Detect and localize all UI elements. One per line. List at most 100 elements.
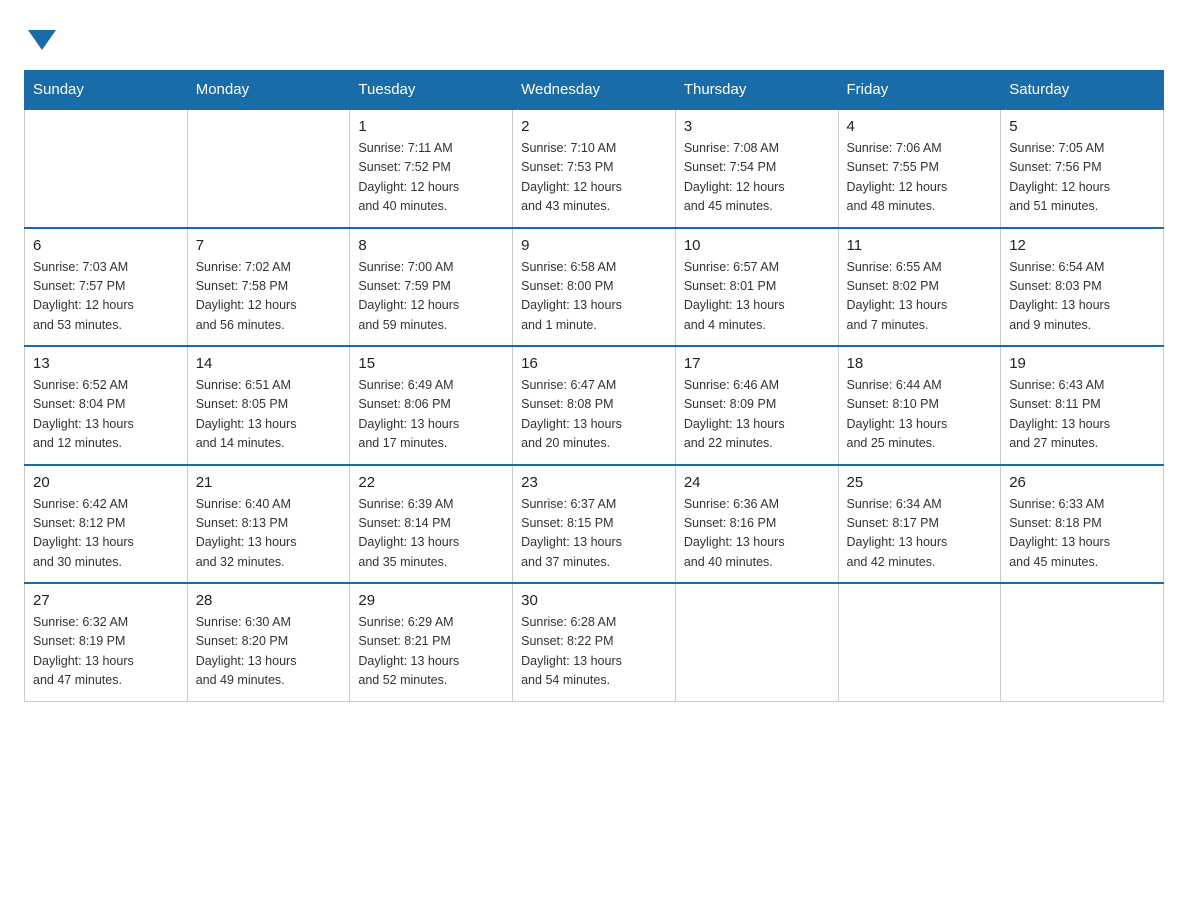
calendar-cell: 13 Sunrise: 6:52 AM Sunset: 8:04 PM Dayli… [25,346,188,465]
day-number: 3 [684,118,830,135]
day-info: Sunrise: 7:11 AM Sunset: 7:52 PM Dayligh… [358,139,504,217]
calendar-cell: 23 Sunrise: 6:37 AM Sunset: 8:15 PM Dayli… [513,465,676,584]
day-number: 20 [33,474,179,491]
calendar-cell: 18 Sunrise: 6:44 AM Sunset: 8:10 PM Dayli… [838,346,1001,465]
day-info: Sunrise: 6:42 AM Sunset: 8:12 PM Dayligh… [33,495,179,573]
day-number: 17 [684,355,830,372]
calendar-cell [25,109,188,228]
day-info: Sunrise: 6:30 AM Sunset: 8:20 PM Dayligh… [196,613,342,691]
logo [24,24,60,50]
day-number: 2 [521,118,667,135]
day-number: 16 [521,355,667,372]
calendar-cell: 15Sunrise: 6:49 AM Sunset: 8:06 PM Dayli… [350,346,513,465]
day-info: Sunrise: 7:00 AM Sunset: 7:59 PM Dayligh… [358,258,504,336]
day-number: 5 [1009,118,1155,135]
day-info: Sunrise: 7:03 AM Sunset: 7:57 PM Dayligh… [33,258,179,336]
calendar-cell: 24 Sunrise: 6:36 AM Sunset: 8:16 PM Dayli… [675,465,838,584]
day-number: 25 [847,474,993,491]
calendar-cell [1001,583,1164,701]
day-info: Sunrise: 6:33 AM Sunset: 8:18 PM Dayligh… [1009,495,1155,573]
day-of-week-header: Tuesday [350,71,513,110]
day-info: Sunrise: 7:08 AM Sunset: 7:54 PM Dayligh… [684,139,830,217]
day-number: 29 [358,592,504,609]
calendar-cell: 20 Sunrise: 6:42 AM Sunset: 8:12 PM Dayli… [25,465,188,584]
day-info: Sunrise: 6:49 AM Sunset: 8:06 PM Dayligh… [358,376,504,454]
calendar-cell: 10 Sunrise: 6:57 AM Sunset: 8:01 PM Dayli… [675,228,838,347]
day-number: 10 [684,237,830,254]
day-number: 4 [847,118,993,135]
day-number: 13 [33,355,179,372]
calendar-cell: 2 Sunrise: 7:10 AM Sunset: 7:53 PM Daylig… [513,109,676,228]
calendar-cell: 1 Sunrise: 7:11 AM Sunset: 7:52 PM Daylig… [350,109,513,228]
day-info: Sunrise: 6:29 AM Sunset: 8:21 PM Dayligh… [358,613,504,691]
calendar-cell: 12 Sunrise: 6:54 AM Sunset: 8:03 PM Dayli… [1001,228,1164,347]
day-info: Sunrise: 6:46 AM Sunset: 8:09 PM Dayligh… [684,376,830,454]
day-of-week-header: Saturday [1001,71,1164,110]
calendar-table: SundayMondayTuesdayWednesdayThursdayFrid… [24,70,1164,702]
day-of-week-header: Wednesday [513,71,676,110]
calendar-cell: 7 Sunrise: 7:02 AM Sunset: 7:58 PM Daylig… [187,228,350,347]
calendar-cell: 9 Sunrise: 6:58 AM Sunset: 8:00 PM Daylig… [513,228,676,347]
day-number: 8 [358,237,504,254]
day-number: 26 [1009,474,1155,491]
day-number: 14 [196,355,342,372]
day-info: Sunrise: 6:32 AM Sunset: 8:19 PM Dayligh… [33,613,179,691]
day-info: Sunrise: 6:47 AM Sunset: 8:08 PM Dayligh… [521,376,667,454]
day-of-week-header: Thursday [675,71,838,110]
day-info: Sunrise: 6:57 AM Sunset: 8:01 PM Dayligh… [684,258,830,336]
day-of-week-header: Monday [187,71,350,110]
calendar-cell [675,583,838,701]
calendar-cell: 4 Sunrise: 7:06 AM Sunset: 7:55 PM Daylig… [838,109,1001,228]
day-info: Sunrise: 6:52 AM Sunset: 8:04 PM Dayligh… [33,376,179,454]
day-info: Sunrise: 6:44 AM Sunset: 8:10 PM Dayligh… [847,376,993,454]
day-info: Sunrise: 6:40 AM Sunset: 8:13 PM Dayligh… [196,495,342,573]
day-info: Sunrise: 6:43 AM Sunset: 8:11 PM Dayligh… [1009,376,1155,454]
day-number: 7 [196,237,342,254]
day-of-week-header: Sunday [25,71,188,110]
day-number: 23 [521,474,667,491]
day-info: Sunrise: 6:37 AM Sunset: 8:15 PM Dayligh… [521,495,667,573]
day-info: Sunrise: 7:05 AM Sunset: 7:56 PM Dayligh… [1009,139,1155,217]
day-number: 18 [847,355,993,372]
calendar-cell: 8 Sunrise: 7:00 AM Sunset: 7:59 PM Daylig… [350,228,513,347]
calendar-cell: 26 Sunrise: 6:33 AM Sunset: 8:18 PM Dayli… [1001,465,1164,584]
day-number: 11 [847,237,993,254]
day-info: Sunrise: 6:51 AM Sunset: 8:05 PM Dayligh… [196,376,342,454]
day-number: 19 [1009,355,1155,372]
calendar-cell: 25 Sunrise: 6:34 AM Sunset: 8:17 PM Dayli… [838,465,1001,584]
day-number: 21 [196,474,342,491]
day-info: Sunrise: 7:10 AM Sunset: 7:53 PM Dayligh… [521,139,667,217]
day-number: 30 [521,592,667,609]
calendar-cell: 17 Sunrise: 6:46 AM Sunset: 8:09 PM Dayli… [675,346,838,465]
day-info: Sunrise: 6:39 AM Sunset: 8:14 PM Dayligh… [358,495,504,573]
day-number: 28 [196,592,342,609]
calendar-cell: 28 Sunrise: 6:30 AM Sunset: 8:20 PM Dayli… [187,583,350,701]
calendar-cell [838,583,1001,701]
day-info: Sunrise: 6:55 AM Sunset: 8:02 PM Dayligh… [847,258,993,336]
day-info: Sunrise: 6:34 AM Sunset: 8:17 PM Dayligh… [847,495,993,573]
calendar-cell: 21 Sunrise: 6:40 AM Sunset: 8:13 PM Dayli… [187,465,350,584]
day-number: 22 [358,474,504,491]
calendar-cell: 19 Sunrise: 6:43 AM Sunset: 8:11 PM Dayli… [1001,346,1164,465]
day-number: 27 [33,592,179,609]
logo-arrow-icon [28,30,56,50]
day-info: Sunrise: 7:02 AM Sunset: 7:58 PM Dayligh… [196,258,342,336]
day-number: 12 [1009,237,1155,254]
calendar-cell [187,109,350,228]
calendar-cell: 14 Sunrise: 6:51 AM Sunset: 8:05 PM Dayli… [187,346,350,465]
day-info: Sunrise: 6:36 AM Sunset: 8:16 PM Dayligh… [684,495,830,573]
day-info: Sunrise: 6:58 AM Sunset: 8:00 PM Dayligh… [521,258,667,336]
day-of-week-header: Friday [838,71,1001,110]
calendar-cell: 27 Sunrise: 6:32 AM Sunset: 8:19 PM Dayli… [25,583,188,701]
calendar-cell: 22 Sunrise: 6:39 AM Sunset: 8:14 PM Dayli… [350,465,513,584]
day-number: 24 [684,474,830,491]
calendar-cell: 29 Sunrise: 6:29 AM Sunset: 8:21 PM Dayli… [350,583,513,701]
day-number: 1 [358,118,504,135]
day-number: 6 [33,237,179,254]
day-info: Sunrise: 7:06 AM Sunset: 7:55 PM Dayligh… [847,139,993,217]
day-info: Sunrise: 6:54 AM Sunset: 8:03 PM Dayligh… [1009,258,1155,336]
calendar-cell: 16 Sunrise: 6:47 AM Sunset: 8:08 PM Dayli… [513,346,676,465]
calendar-cell: 6 Sunrise: 7:03 AM Sunset: 7:57 PM Daylig… [25,228,188,347]
day-number: 9 [521,237,667,254]
calendar-cell: 11 Sunrise: 6:55 AM Sunset: 8:02 PM Dayli… [838,228,1001,347]
